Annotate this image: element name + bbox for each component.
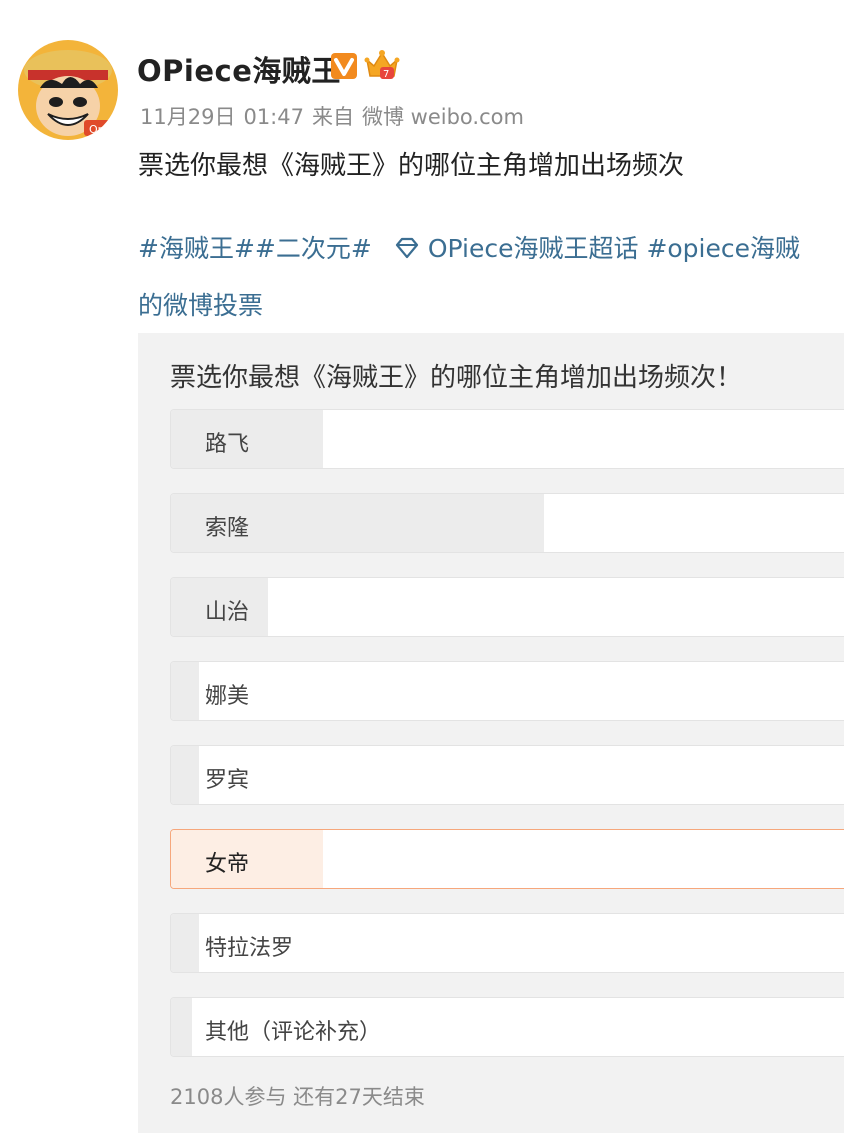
poll-option[interactable]: 罗宾 <box>170 745 844 805</box>
poll-footer: 2108人参与 还有27天结束 <box>170 1081 425 1111</box>
poll-option[interactable]: 索隆 <box>170 493 844 553</box>
poll-option[interactable]: 娜美 <box>170 661 844 721</box>
username[interactable]: OPiece海贼王 <box>137 48 341 90</box>
poll-option-label: 其他（评论补充） <box>205 1020 382 1045</box>
svg-text:7: 7 <box>383 69 389 80</box>
poll-option-label: 罗宾 <box>205 768 250 793</box>
poll-option-label: 女帝 <box>205 852 250 877</box>
poll-option-label: 索隆 <box>205 516 250 541</box>
poll-option-label: 娜美 <box>205 684 250 709</box>
post-text: 票选你最想《海贼王》的哪位主角增加出场频次 <box>138 151 685 181</box>
topic-link-onepiece[interactable]: #海贼王# <box>138 234 255 263</box>
crown-vip-icon[interactable]: 7 <box>364 48 400 82</box>
post-time: 01:47 <box>243 105 304 129</box>
supertopic-link[interactable]: OPiece海贼王超话 <box>428 234 639 263</box>
poll-option[interactable]: 路飞 <box>170 409 844 469</box>
poll-option-label: 山治 <box>205 600 250 625</box>
poll-remaining: 还有27天结束 <box>293 1085 425 1109</box>
poll-option-label: 路飞 <box>205 432 250 457</box>
diamond-supertopic-icon <box>395 237 418 259</box>
topic-link-opiece[interactable]: #opiece海贼 <box>646 234 800 263</box>
poll-option-fill <box>171 998 192 1056</box>
topic-line-continued[interactable]: 的微博投票 <box>138 286 263 322</box>
avatar[interactable]: OnP <box>18 40 118 140</box>
poll-option-fill <box>171 914 199 972</box>
poll-participants: 2108人参与 <box>170 1085 287 1109</box>
svg-text:OnP: OnP <box>89 123 112 136</box>
poll-option[interactable]: 其他（评论补充） <box>170 997 844 1057</box>
source-prefix: 来自 <box>311 105 354 129</box>
post-date: 11月29日 <box>140 105 236 129</box>
post-source[interactable]: 微博 weibo.com <box>362 105 524 129</box>
topic-link-acg[interactable]: #二次元# <box>255 234 372 263</box>
poll-option-fill <box>171 662 199 720</box>
luffy-avatar-icon: OnP <box>18 40 118 140</box>
poll-option-fill <box>171 746 199 804</box>
poll-option[interactable]: 特拉法罗 <box>170 913 844 973</box>
verified-v-icon <box>331 53 357 79</box>
poll-option[interactable]: 山治 <box>170 577 844 637</box>
poll-title: 票选你最想《海贼王》的哪位主角增加出场频次！ <box>170 363 743 393</box>
topic-line: #海贼王##二次元# OPiece海贼王超话 #opiece海贼 <box>138 236 800 261</box>
post-meta: 11月29日 01:47 来自 微博 weibo.com <box>140 101 532 131</box>
poll-card: 票选你最想《海贼王》的哪位主角增加出场频次！ 路飞索隆山治娜美罗宾女帝特拉法罗其… <box>138 333 844 1133</box>
poll-option-label: 特拉法罗 <box>205 936 294 961</box>
poll-option[interactable]: 女帝 <box>170 829 844 889</box>
